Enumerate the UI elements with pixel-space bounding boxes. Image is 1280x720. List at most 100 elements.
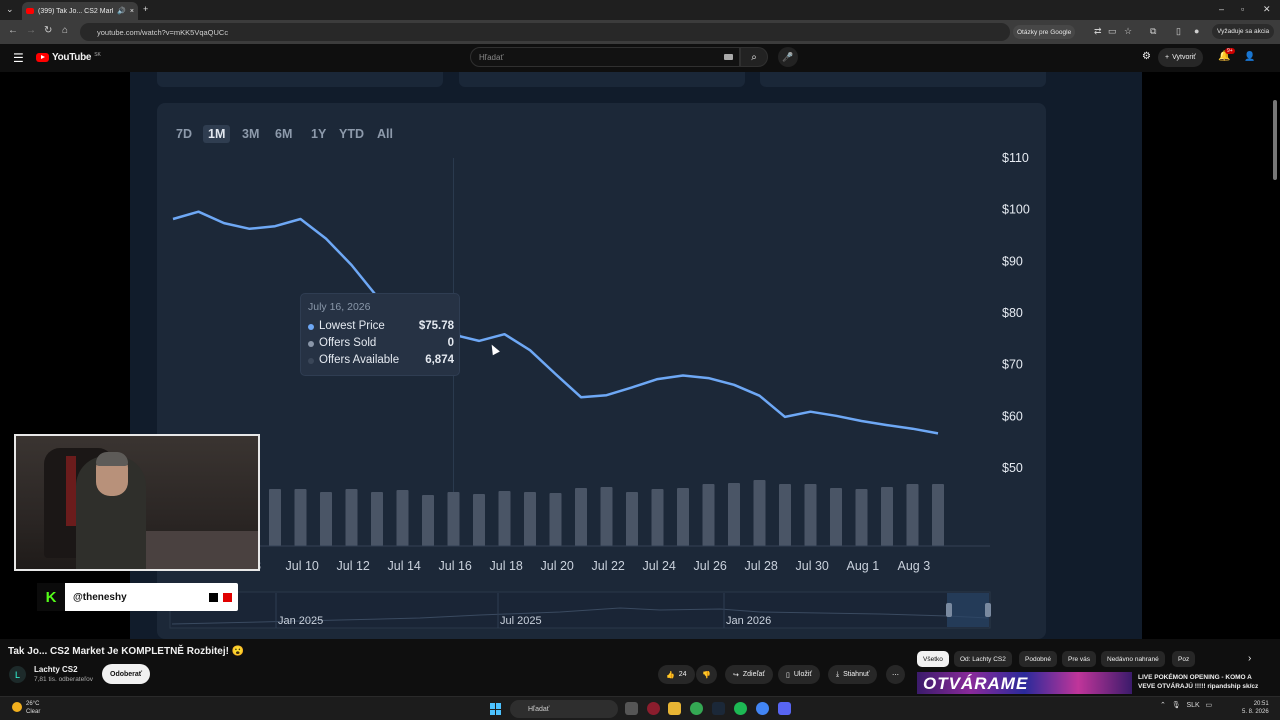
download-label: Stiahnuť xyxy=(843,671,870,678)
channel-subscribers: 7,81 tis. odberateľov xyxy=(34,676,93,683)
x-tick-label: Jul 26 xyxy=(694,559,727,573)
video-player[interactable]: 7D 1M 3M 6M 1Y YTD All $110 $100 $90 $80 $70… xyxy=(0,72,1280,639)
hamburger-menu-icon[interactable]: ☰ xyxy=(13,51,24,65)
lowest-price-line xyxy=(172,210,939,435)
update-required-button[interactable]: Vyžaduje sa akcia xyxy=(1212,24,1275,39)
recommended-video-thumbnail[interactable]: OTVÁRAME xyxy=(917,672,1132,694)
language-indicator[interactable]: SLK xyxy=(1186,702,1199,709)
microphone-tray-icon[interactable]: 🎙 xyxy=(1172,702,1181,709)
youtube-favicon-icon xyxy=(26,8,34,14)
taskbar-search[interactable]: Hľadať xyxy=(510,700,618,718)
discord-icon[interactable] xyxy=(778,702,791,715)
x-tick-label: Jul 10 xyxy=(286,559,319,573)
channel-name[interactable]: Lachty CS2 xyxy=(34,665,78,674)
page-scrollbar[interactable] xyxy=(1273,100,1277,180)
minimize-icon[interactable]: – xyxy=(1219,4,1224,14)
notification-count-badge: 9+ xyxy=(1225,48,1235,54)
download-button[interactable]: ⤓ Stiahnuť xyxy=(828,665,878,684)
like-button[interactable]: 👍 24 xyxy=(658,665,695,684)
back-icon[interactable]: ← xyxy=(8,25,18,36)
close-window-icon[interactable]: ✕ xyxy=(1263,4,1271,15)
search-input[interactable]: Hľadať xyxy=(470,47,740,67)
tab-list-icon[interactable]: ⌄ xyxy=(6,4,14,15)
navigator-label: Jan 2026 xyxy=(726,615,771,627)
new-tab-icon[interactable]: + xyxy=(143,4,148,14)
offers-bar xyxy=(932,484,944,546)
save-button[interactable]: ▯ Uložiť xyxy=(778,665,821,684)
offers-bar xyxy=(269,489,281,546)
create-button[interactable]: + Vytvoriť xyxy=(1158,48,1203,67)
tooltip-label: Offers Sold xyxy=(319,337,377,349)
chip-watched[interactable]: Poz xyxy=(1172,651,1196,667)
tooltip-date: July 16, 2026 xyxy=(308,301,371,313)
spotify-icon[interactable] xyxy=(734,702,747,715)
extensions-icon[interactable]: ⧉ xyxy=(1150,26,1156,37)
windows-start-icon[interactable] xyxy=(490,703,502,715)
restore-icon[interactable]: ▫ xyxy=(1241,4,1244,14)
taskbar-clock[interactable]: 20:51 5. 8. 2026 xyxy=(1242,700,1269,716)
bookmark-icon: ▯ xyxy=(786,671,790,679)
tooltip-value: 6,874 xyxy=(425,354,454,366)
sidebar-icon[interactable]: ▯ xyxy=(1176,26,1181,37)
chip-for-you[interactable]: Pre vás xyxy=(1062,651,1097,667)
steam-icon[interactable] xyxy=(712,702,725,715)
tab-audio-icon[interactable]: 🔊 xyxy=(117,7,126,15)
x-tick-label: Jul 20 xyxy=(541,559,574,573)
offers-bar xyxy=(396,490,409,546)
voice-search-button[interactable]: 🎤 xyxy=(778,47,798,67)
offers-bar xyxy=(498,491,511,546)
offers-bar xyxy=(677,488,689,546)
tray-chevron-icon[interactable]: ⌃ xyxy=(1160,702,1166,709)
search-button[interactable]: ⌕ xyxy=(740,47,768,67)
chip-from-channel[interactable]: Od: Lachty CS2 xyxy=(954,651,1012,667)
browser-icon[interactable] xyxy=(756,702,769,715)
tooltip-row-offers-sold: Offers Sold 0 xyxy=(308,336,454,352)
offers-bar xyxy=(881,487,893,546)
chevron-right-icon[interactable]: › xyxy=(1248,653,1251,664)
dislike-button[interactable]: 👎 xyxy=(696,665,717,684)
y-tick-label: $110 xyxy=(1002,151,1029,165)
taskbar-search-label: Hľadať xyxy=(528,705,550,713)
chip-recently-uploaded[interactable]: Nedávno nahrané xyxy=(1101,651,1165,667)
offers-bar xyxy=(855,489,868,546)
more-actions-button[interactable]: ⋯ xyxy=(886,665,905,684)
bookmark-star-icon[interactable]: ☆ xyxy=(1124,26,1132,37)
share-button[interactable]: ↪ Zdieľať xyxy=(725,665,774,684)
youtube-logo[interactable]: YouTube SK xyxy=(36,52,101,63)
video-title: Tak Jo... CS2 Market Je KOMPLETNĚ Rozbit… xyxy=(8,646,245,657)
reload-icon[interactable]: ↻ xyxy=(44,25,52,36)
tab-close-icon[interactable]: × xyxy=(130,8,134,15)
home-icon[interactable]: ⌂ xyxy=(62,25,68,36)
url-field[interactable]: youtube.com/watch?v=mKK5VqaQUCc xyxy=(80,23,1010,41)
file-explorer-icon[interactable] xyxy=(668,702,681,715)
translate-icon[interactable]: ⇄ xyxy=(1094,26,1102,37)
network-icon[interactable]: ▭ xyxy=(1206,702,1213,709)
black-square-icon xyxy=(209,593,218,602)
recommended-video-title[interactable]: LIVE POKÉMON OPENING - KOMO A VEVE OTVÁR… xyxy=(1138,673,1268,691)
subscribe-button[interactable]: Odoberať xyxy=(102,664,151,684)
profile-icon[interactable]: ● xyxy=(1194,26,1199,36)
offers-bar xyxy=(600,487,613,546)
offers-bar xyxy=(345,489,358,546)
cast-icon[interactable]: ▭ xyxy=(1108,26,1117,37)
chip-all[interactable]: Všetko xyxy=(917,651,949,667)
chip-related[interactable]: Podobné xyxy=(1019,651,1058,667)
browser-tab[interactable]: (399) Tak Jo... CS2 Market J... 🔊 × xyxy=(22,2,138,20)
keyboard-icon[interactable] xyxy=(724,54,733,60)
cast-icon[interactable]: ⚙ xyxy=(1142,51,1151,62)
task-view-icon[interactable] xyxy=(625,702,638,715)
account-avatar[interactable]: 👤 xyxy=(1244,51,1260,65)
google-questions-button[interactable]: Otázky pre Google xyxy=(1013,25,1076,39)
forward-icon[interactable]: → xyxy=(26,25,36,36)
channel-avatar[interactable]: L xyxy=(9,666,26,683)
x-tick-label: Jul 14 xyxy=(388,559,421,573)
system-tray[interactable]: ⌃ 🎙 SLK ▭ xyxy=(1160,701,1212,709)
sun-icon xyxy=(12,702,22,712)
update-required-label: Vyžaduje sa akcia xyxy=(1217,28,1270,35)
youtube-play-icon xyxy=(36,53,49,62)
app-icon[interactable] xyxy=(647,702,660,715)
weather-widget[interactable]: 26°C Clear xyxy=(12,700,40,716)
url-text: youtube.com/watch?v=mKK5VqaQUCc xyxy=(97,27,229,37)
chrome-icon[interactable] xyxy=(690,702,703,715)
x-tick-label: Jul 28 xyxy=(745,559,778,573)
